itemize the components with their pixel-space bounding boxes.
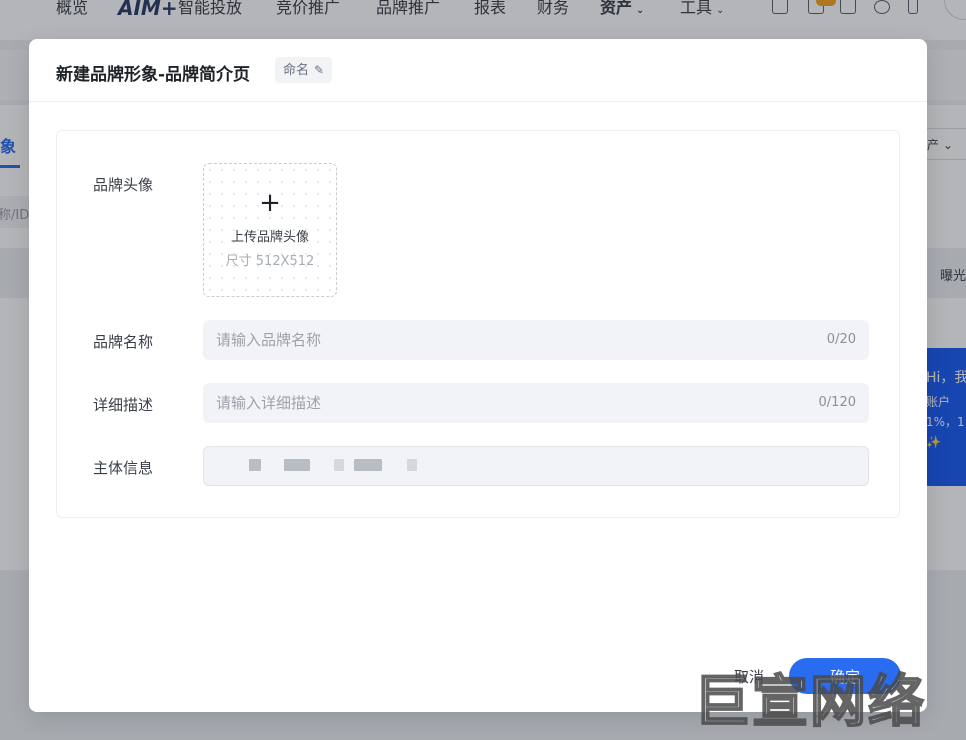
description-field: 0/120 bbox=[203, 383, 869, 423]
modal-header: 新建品牌形象-品牌简介页 命名 ✎ bbox=[29, 39, 927, 102]
modal-title: 新建品牌形象-品牌简介页 bbox=[56, 65, 251, 85]
brand-name-label: 品牌名称 bbox=[93, 333, 154, 351]
avatar-uploader[interactable]: + 上传品牌头像 尺寸 512X512 bbox=[203, 163, 337, 297]
redacted-text bbox=[284, 459, 310, 471]
rename-button[interactable]: 命名 ✎ bbox=[275, 57, 333, 83]
upload-size-hint: 尺寸 512X512 bbox=[225, 254, 315, 269]
description-counter: 0/120 bbox=[818, 395, 856, 410]
brand-name-field: 0/20 bbox=[203, 320, 869, 360]
entity-info-label: 主体信息 bbox=[93, 459, 154, 477]
form-card: 品牌头像 + 上传品牌头像 尺寸 512X512 品牌名称 0/20 详细描述 … bbox=[56, 130, 900, 518]
watermark-logo: 巨宣网络 bbox=[693, 670, 926, 735]
pencil-icon: ✎ bbox=[314, 63, 325, 77]
brand-name-input[interactable] bbox=[203, 320, 869, 360]
redacted-text bbox=[334, 459, 344, 471]
redacted-text bbox=[354, 459, 382, 471]
brand-name-counter: 0/20 bbox=[826, 332, 856, 347]
create-brand-modal: 新建品牌形象-品牌简介页 命名 ✎ 品牌头像 + 上传品牌头像 尺寸 512X51… bbox=[29, 39, 927, 734]
redacted-text bbox=[407, 459, 417, 471]
upload-text: 上传品牌头像 bbox=[230, 230, 309, 245]
redacted-text bbox=[249, 459, 261, 471]
description-label: 详细描述 bbox=[93, 396, 154, 414]
avatar-label: 品牌头像 bbox=[93, 176, 154, 194]
entity-info-field[interactable] bbox=[203, 446, 869, 486]
description-input[interactable] bbox=[203, 383, 869, 423]
plus-icon: + bbox=[259, 188, 281, 218]
